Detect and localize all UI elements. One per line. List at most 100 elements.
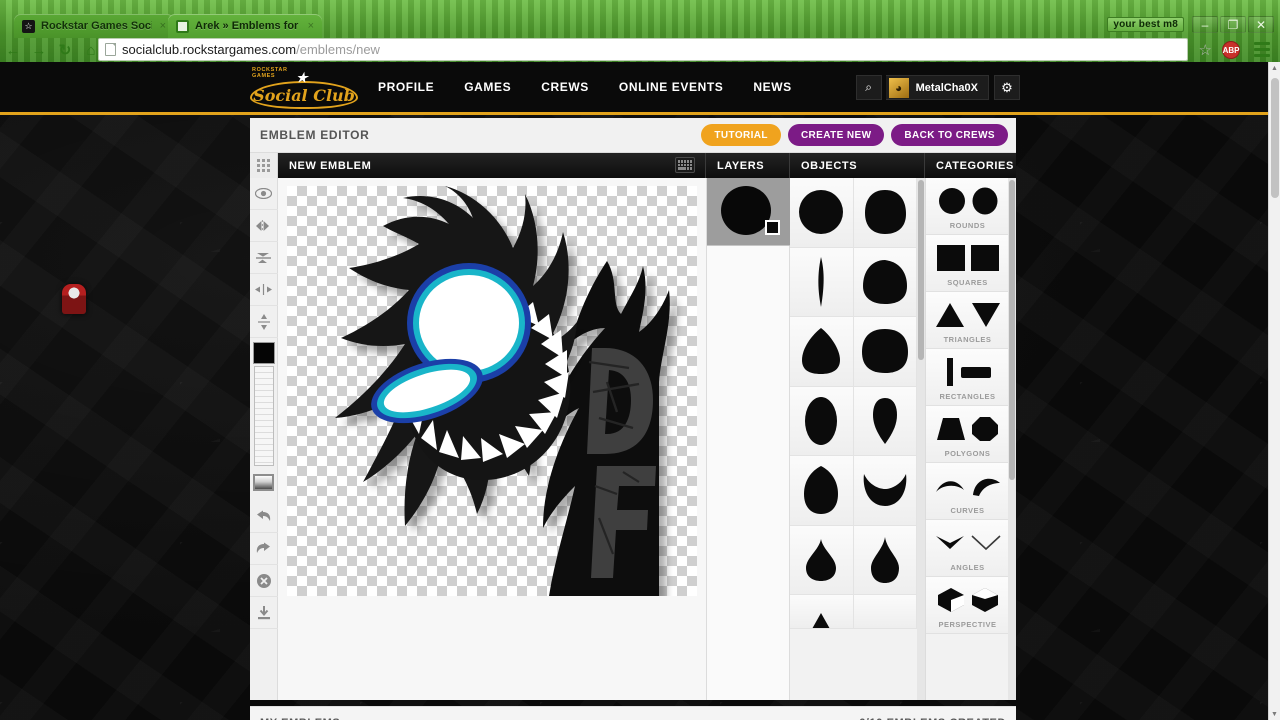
- align-horizontal-center-icon[interactable]: [249, 274, 278, 306]
- object-teardrop-round[interactable]: [790, 317, 854, 387]
- panel-header-layers: LAYERS: [706, 153, 790, 178]
- page-scrollbar[interactable]: ▲ ▼: [1268, 62, 1280, 720]
- keyboard-shortcuts-icon[interactable]: [675, 157, 695, 173]
- layers-panel: [706, 178, 791, 700]
- user-menu[interactable]: ◕ MetalCha0X: [885, 75, 989, 100]
- category-squares[interactable]: SQUARES: [926, 235, 1009, 292]
- category-curves[interactable]: CURVES: [926, 463, 1009, 520]
- browser-menu-icon[interactable]: [1254, 42, 1270, 57]
- my-emblems-section: MY EMBLEMS 6/10 EMBLEMS CREATED: [250, 706, 1016, 720]
- minimize-button[interactable]: –: [1192, 16, 1218, 33]
- user-area: ⌕ ◕ MetalCha0X ⚙: [855, 75, 1020, 100]
- scroll-thumb[interactable]: [1271, 78, 1279, 198]
- window-title: your best m8: [1107, 17, 1184, 32]
- browser-tab-rockstar[interactable]: ☆ Rockstar Games Social Clu ×: [14, 14, 174, 38]
- create-new-button[interactable]: CREATE NEW: [787, 124, 885, 146]
- back-icon[interactable]: ←: [0, 39, 26, 61]
- category-shapes: [926, 353, 1009, 391]
- editor-toolbar: [249, 178, 278, 700]
- nav-item-crews[interactable]: CREWS: [541, 80, 589, 94]
- new-emblem-label: NEW EMBLEM: [289, 159, 372, 172]
- url-path: /emblems/new: [296, 42, 380, 57]
- logo-wordmark: Social Club ★: [250, 72, 358, 109]
- delete-icon[interactable]: [249, 565, 278, 597]
- tab-close-icon[interactable]: ×: [160, 20, 166, 32]
- object-arc-partial[interactable]: [853, 595, 917, 629]
- back-to-crews-button[interactable]: BACK TO CREWS: [891, 124, 1008, 146]
- flip-vertical-icon[interactable]: [249, 242, 278, 274]
- panel-headers: NEW EMBLEM LAYERS OBJECTS CATEGORIES: [250, 153, 1016, 178]
- gradient-preview-button[interactable]: [253, 474, 274, 491]
- gradient-slider[interactable]: [253, 366, 274, 466]
- align-vertical-center-icon[interactable]: [249, 306, 278, 338]
- category-rectangles[interactable]: RECTANGLES: [926, 349, 1009, 406]
- maximize-button[interactable]: ❐: [1220, 16, 1246, 33]
- object-blob-wide[interactable]: [853, 247, 917, 317]
- object-spade-small[interactable]: [853, 386, 917, 456]
- tab-close-icon[interactable]: ×: [308, 20, 314, 32]
- nav-item-online-events[interactable]: ONLINE EVENTS: [619, 80, 723, 94]
- categories-scrollbar[interactable]: [1008, 178, 1016, 700]
- panel-header-new-emblem: NEW EMBLEM: [278, 153, 706, 178]
- url-text: socialclub.rockstargames.com/emblems/new: [122, 42, 380, 57]
- category-label: POLYGONS: [944, 449, 991, 458]
- object-circle[interactable]: [790, 178, 854, 248]
- category-polygons[interactable]: POLYGONS: [926, 406, 1009, 463]
- object-crescent-cup[interactable]: [853, 456, 917, 526]
- layer-selected-badge: [765, 220, 780, 235]
- category-shapes: [926, 410, 1009, 448]
- objects-panel: [790, 178, 925, 700]
- nav-item-games[interactable]: GAMES: [464, 80, 511, 94]
- scroll-up-arrow[interactable]: ▲: [1269, 62, 1280, 74]
- adblock-plus-icon[interactable]: ABP: [1222, 41, 1240, 59]
- category-perspective[interactable]: PERSPECTIVE: [926, 577, 1009, 634]
- object-egg[interactable]: [790, 456, 854, 526]
- address-bar[interactable]: socialclub.rockstargames.com/emblems/new: [98, 38, 1188, 61]
- object-blob-square[interactable]: [853, 317, 917, 387]
- search-icon[interactable]: ⌕: [855, 75, 882, 100]
- emblem-artwork: [335, 186, 670, 596]
- category-rounds[interactable]: ROUNDS: [926, 178, 1009, 235]
- objects-scrollbar[interactable]: [917, 178, 925, 700]
- category-shapes: [926, 182, 1009, 220]
- nav-item-news[interactable]: NEWS: [753, 80, 791, 94]
- color-swatch[interactable]: [252, 342, 275, 364]
- grid-icon[interactable]: [250, 153, 278, 178]
- username-label: MetalCha0X: [915, 81, 978, 94]
- redo-icon[interactable]: [249, 533, 278, 565]
- object-blob-round[interactable]: [853, 178, 917, 248]
- reload-icon[interactable]: ↻: [52, 39, 78, 61]
- object-oval[interactable]: [790, 386, 854, 456]
- gear-icon[interactable]: ⚙: [994, 75, 1020, 100]
- object-sliver-vertical[interactable]: [790, 247, 854, 317]
- forward-icon[interactable]: →: [26, 39, 52, 61]
- category-label: RECTANGLES: [939, 392, 996, 401]
- site-header: ROCKSTAR GAMES Social Club ★ PROFILE GAME…: [0, 62, 1268, 115]
- window-controls: your best m8 – ❐ ✕: [1107, 16, 1274, 33]
- object-triangle-partial[interactable]: [790, 595, 854, 629]
- browser-tab-arek[interactable]: Arek » Emblems for GTA ×: [168, 14, 322, 38]
- flip-horizontal-icon[interactable]: [249, 210, 278, 242]
- canvas-column: [278, 178, 706, 700]
- panel-header-categories: CATEGORIES: [925, 153, 1016, 178]
- tutorial-button[interactable]: TUTORIAL: [701, 124, 781, 146]
- layer-item[interactable]: [707, 178, 791, 246]
- emblem-canvas[interactable]: [287, 186, 697, 596]
- close-button[interactable]: ✕: [1248, 16, 1274, 33]
- category-angles[interactable]: ANGLES: [926, 520, 1009, 577]
- object-drop-fat[interactable]: [790, 525, 854, 595]
- download-icon[interactable]: [249, 597, 278, 629]
- bookmark-star-icon[interactable]: ☆: [1199, 41, 1212, 59]
- social-club-logo[interactable]: ROCKSTAR GAMES Social Club ★: [250, 67, 362, 109]
- scroll-down-arrow[interactable]: ▼: [1269, 708, 1280, 720]
- url-host: socialclub.rockstargames.com: [122, 42, 297, 57]
- layer-thumbnail: [721, 186, 771, 235]
- avatar: ◕: [888, 77, 909, 98]
- category-label: PERSPECTIVE: [938, 620, 997, 629]
- undo-icon[interactable]: [249, 501, 278, 533]
- nav-item-profile[interactable]: PROFILE: [378, 80, 434, 94]
- visibility-toggle-icon[interactable]: [249, 178, 278, 210]
- category-triangles[interactable]: TRIANGLES: [926, 292, 1009, 349]
- object-drop-tall[interactable]: [853, 525, 917, 595]
- logo-star-icon: ★: [296, 71, 308, 86]
